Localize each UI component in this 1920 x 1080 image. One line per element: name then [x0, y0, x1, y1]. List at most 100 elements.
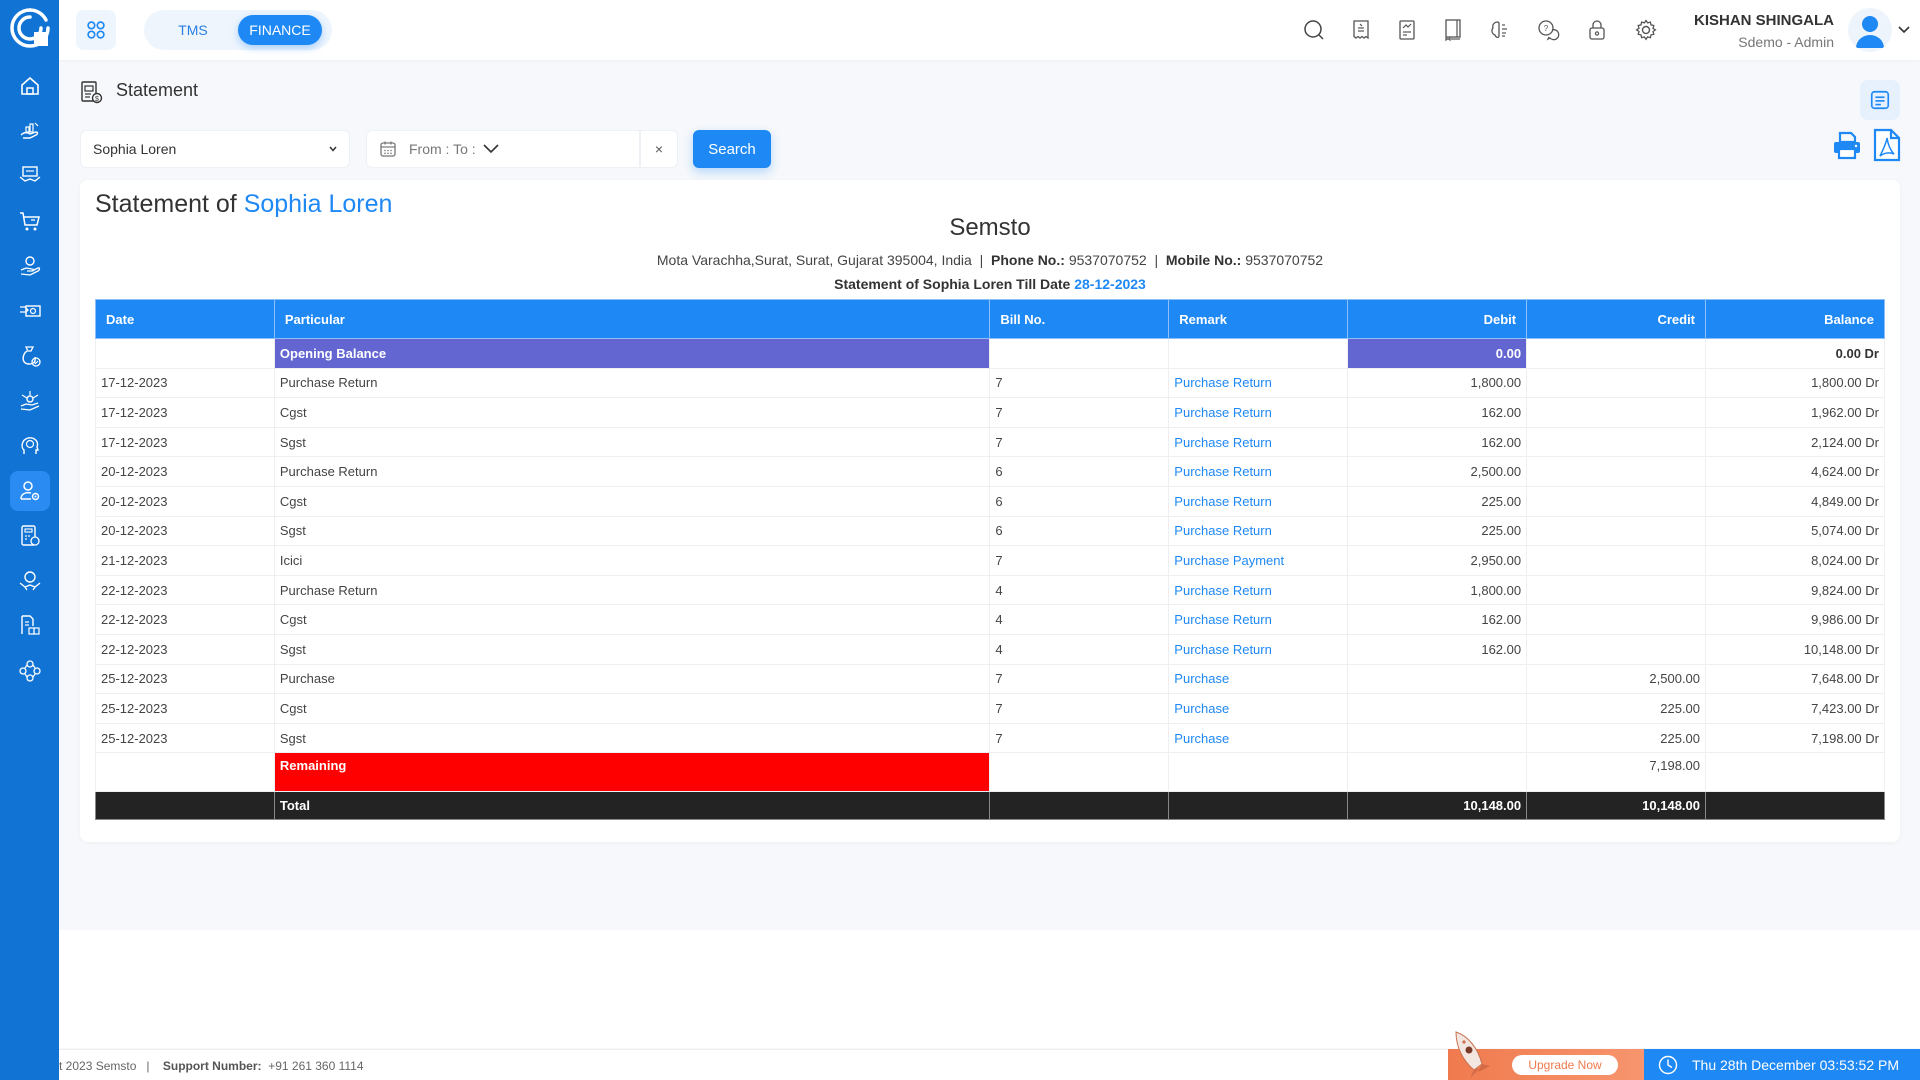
cell-particular: Cgst	[273, 485, 991, 517]
page-title: Statement	[116, 80, 199, 100]
phone-label: Phone No.:	[991, 252, 1065, 268]
cell-remark[interactable]: Purchase Return	[1168, 456, 1349, 487]
sidebar-item-cart[interactable]	[10, 201, 50, 241]
cell-remark[interactable]: Purchase Return	[1168, 485, 1349, 517]
table-row: 20-12-2023 Purchase Return 6 Purchase Retur…	[95, 456, 1885, 487]
pdf-icon[interactable]	[1873, 128, 1901, 162]
cell-balance: 10,148.00 Dr	[1705, 633, 1885, 665]
sidebar-item-cash-payment[interactable]	[10, 291, 50, 331]
col-debit[interactable]: Debit	[1347, 299, 1528, 339]
user-name: KISHAN SHINGALA	[1693, 12, 1834, 29]
finance-distribution-icon	[20, 391, 40, 411]
cell-bill-no: 4	[989, 633, 1170, 665]
header-settings-button[interactable]	[1632, 16, 1660, 44]
date-range-value: From : To :	[409, 141, 476, 157]
table-row: 21-12-2023 Icici 7 Purchase Payment 2,950.00…	[95, 545, 1885, 576]
till-date-line: Statement of Sophia Loren Till Date 28-1…	[80, 276, 1900, 292]
col-balance[interactable]: Balance	[1705, 299, 1885, 339]
cell-remark[interactable]: Purchase	[1168, 663, 1349, 695]
sidebar-item-head-idea[interactable]	[10, 426, 50, 466]
upgrade-now-button[interactable]: Upgrade Now	[1512, 1055, 1618, 1075]
logo-icon	[10, 8, 50, 48]
col-particular[interactable]: Particular	[273, 299, 991, 339]
header-help-button[interactable]: ?	[1534, 16, 1562, 44]
cell-remark[interactable]: Purchase Return	[1168, 515, 1349, 547]
table-row: 25-12-2023 Purchase 7 Purchase 2,500.00 7,648…	[95, 663, 1885, 695]
cell-remark[interactable]: Purchase Return	[1168, 574, 1349, 606]
report-icon	[1399, 20, 1415, 40]
sidebar-item-home[interactable]	[10, 66, 50, 106]
mobile-label: Mobile No.:	[1165, 252, 1242, 268]
chevron-down-icon[interactable]	[1896, 22, 1912, 38]
col-date[interactable]: Date	[95, 299, 275, 339]
print-icon[interactable]	[1832, 130, 1862, 160]
opening-balance: 0.00 Dr	[1705, 338, 1885, 369]
header-ai-button[interactable]	[1486, 16, 1514, 44]
clear-date-button[interactable]: ×	[640, 130, 678, 168]
cell-particular: Purchase	[273, 663, 991, 695]
svg-text:?: ?	[1544, 24, 1549, 33]
cell-debit: 1,800.00	[1347, 367, 1528, 399]
sidebar-item-user-settings[interactable]	[10, 471, 50, 511]
cell-remark[interactable]: Purchase Return	[1168, 604, 1349, 635]
till-text: Statement of Sophia Loren Till Date	[834, 276, 1071, 292]
cell-credit	[1526, 633, 1707, 665]
col-remark[interactable]: Remark	[1168, 299, 1349, 339]
cell-particular: Purchase Return	[273, 456, 991, 487]
table-header-row: Date Particular Bill No. Remark Debit Cr…	[95, 299, 1885, 339]
user-role: Sdemo - Admin	[1738, 34, 1834, 50]
cell-remark[interactable]: Purchase Return	[1168, 367, 1349, 399]
sales-chart-icon	[20, 122, 39, 139]
header-report-button[interactable]	[1393, 16, 1421, 44]
sidebar-item-deal-handshake[interactable]	[10, 156, 50, 196]
cell-bill-no: 4	[989, 604, 1170, 635]
cell-remark[interactable]: Purchase Return	[1168, 397, 1349, 428]
search-button[interactable]: Search	[693, 130, 771, 168]
col-credit[interactable]: Credit	[1526, 299, 1707, 339]
cart-icon	[20, 212, 40, 231]
avatar[interactable]	[1848, 8, 1892, 52]
notes-button[interactable]	[1860, 80, 1900, 120]
cell-debit: 225.00	[1347, 515, 1528, 547]
cell-debit: 162.00	[1347, 397, 1528, 428]
party-select[interactable]: Sophia Loren	[80, 130, 350, 168]
cell-date: 25-12-2023	[95, 693, 275, 724]
sidebar-item-finance-distribution[interactable]	[10, 381, 50, 421]
table-row: 22-12-2023 Purchase Return 4 Purchase Retur…	[95, 574, 1885, 606]
cell-remark[interactable]: Purchase Return	[1168, 426, 1349, 458]
cell-debit: 162.00	[1347, 604, 1528, 635]
col-bill-no[interactable]: Bill No.	[989, 299, 1170, 339]
cell-date: 20-12-2023	[95, 456, 275, 487]
total-debit: 10,148.00	[1347, 791, 1528, 821]
sidebar	[0, 0, 59, 1080]
module-tab-tms[interactable]: TMS	[158, 15, 228, 45]
sidebar-item-calculator-invoice[interactable]	[10, 516, 50, 556]
cell-remark[interactable]: Purchase Return	[1168, 633, 1349, 665]
network-nodes-icon	[19, 660, 41, 682]
sidebar-item-money-bag-check[interactable]	[10, 336, 50, 376]
remaining-debit	[1347, 752, 1528, 793]
remaining-credit: 7,198.00	[1526, 752, 1707, 793]
header-search-button[interactable]	[1300, 16, 1328, 44]
sidebar-item-network-nodes[interactable]	[10, 651, 50, 691]
total-label: Total	[273, 791, 991, 821]
sidebar-item-hand-coin[interactable]	[10, 246, 50, 286]
till-date: 28-12-2023	[1074, 276, 1146, 292]
total-row: Total 10,148.00 10,148.00	[95, 791, 1885, 821]
header-book-button[interactable]	[1439, 16, 1467, 44]
cell-remark[interactable]: Purchase Payment	[1168, 545, 1349, 576]
header-lock-button[interactable]	[1583, 16, 1611, 44]
sidebar-item-sales-chart[interactable]	[10, 111, 50, 151]
ai-brain-icon	[1491, 21, 1507, 39]
app-logo[interactable]	[8, 6, 52, 50]
apps-grid-button[interactable]	[76, 10, 116, 50]
header-receipt-button[interactable]	[1347, 16, 1375, 44]
date-range-picker[interactable]: From : To :	[366, 130, 640, 168]
cell-debit	[1347, 693, 1528, 724]
calendar-icon	[380, 141, 396, 157]
cell-remark[interactable]: Purchase	[1168, 722, 1349, 754]
module-tab-finance[interactable]: FINANCE	[238, 15, 322, 45]
sidebar-item-report-boxes[interactable]	[10, 606, 50, 646]
cell-remark[interactable]: Purchase	[1168, 693, 1349, 724]
sidebar-item-partner-deal[interactable]	[10, 561, 50, 601]
